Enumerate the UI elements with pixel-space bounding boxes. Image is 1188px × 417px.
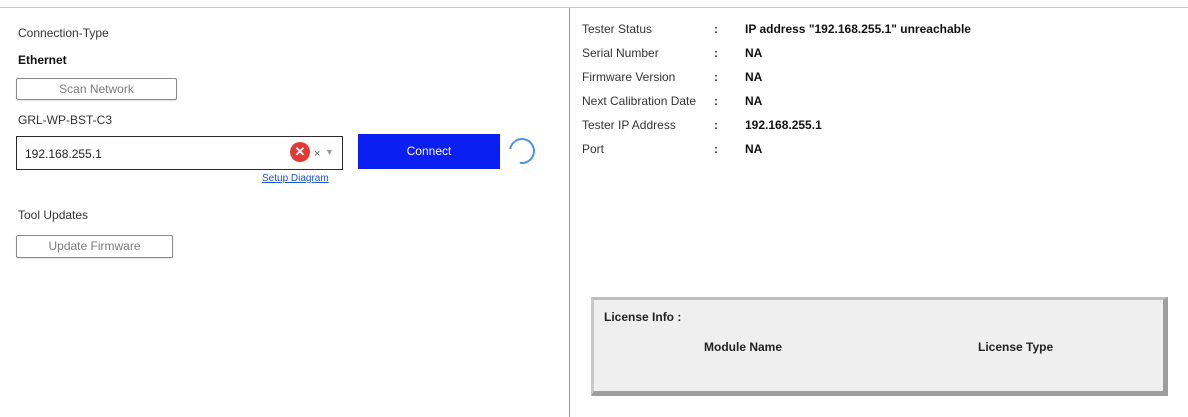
- error-icon: ✕: [290, 142, 310, 162]
- status-label: Tester Status: [582, 22, 653, 36]
- status-label: Serial Number: [582, 46, 659, 60]
- status-value: NA: [745, 142, 763, 156]
- ip-address-combobox[interactable]: 192.168.255.1 ✕ × ▼: [16, 136, 343, 170]
- loading-spinner-icon: [503, 132, 541, 170]
- chevron-down-icon[interactable]: ▼: [325, 147, 334, 157]
- status-separator: :: [714, 118, 718, 132]
- ip-address-value: 192.168.255.1: [25, 147, 102, 161]
- update-firmware-button[interactable]: Update Firmware: [16, 235, 173, 258]
- license-info-panel: License Info : Module Name License Type: [591, 297, 1168, 396]
- status-separator: :: [714, 142, 718, 156]
- status-value: 192.168.255.1: [745, 118, 822, 132]
- connection-type-label: Connection-Type: [18, 26, 109, 40]
- status-value: NA: [745, 70, 763, 84]
- status-separator: :: [714, 46, 718, 60]
- panel-divider: [569, 8, 570, 417]
- top-border: [0, 7, 1188, 8]
- license-type-header: License Type: [978, 340, 1054, 354]
- device-name-label: GRL-WP-BST-C3: [18, 113, 113, 127]
- status-value: IP address "192.168.255.1" unreachable: [745, 22, 971, 36]
- tool-updates-label: Tool Updates: [18, 208, 89, 222]
- scan-network-button[interactable]: Scan Network: [16, 78, 177, 100]
- status-value: NA: [745, 46, 763, 60]
- connection-type-value: Ethernet: [18, 53, 67, 67]
- connect-button[interactable]: Connect: [358, 134, 500, 169]
- status-label: Firmware Version: [582, 70, 676, 84]
- status-separator: :: [714, 94, 718, 108]
- license-info-title: License Info :: [604, 310, 682, 324]
- status-label: Tester IP Address: [582, 118, 676, 132]
- status-label: Next Calibration Date: [582, 94, 697, 108]
- status-label: Port: [582, 142, 605, 156]
- setup-diagram-link[interactable]: Setup Diagram: [262, 173, 329, 184]
- status-value: NA: [745, 94, 763, 108]
- status-separator: :: [714, 22, 718, 36]
- clear-icon[interactable]: ×: [314, 148, 320, 160]
- module-name-header: Module Name: [704, 340, 783, 354]
- status-separator: :: [714, 70, 718, 84]
